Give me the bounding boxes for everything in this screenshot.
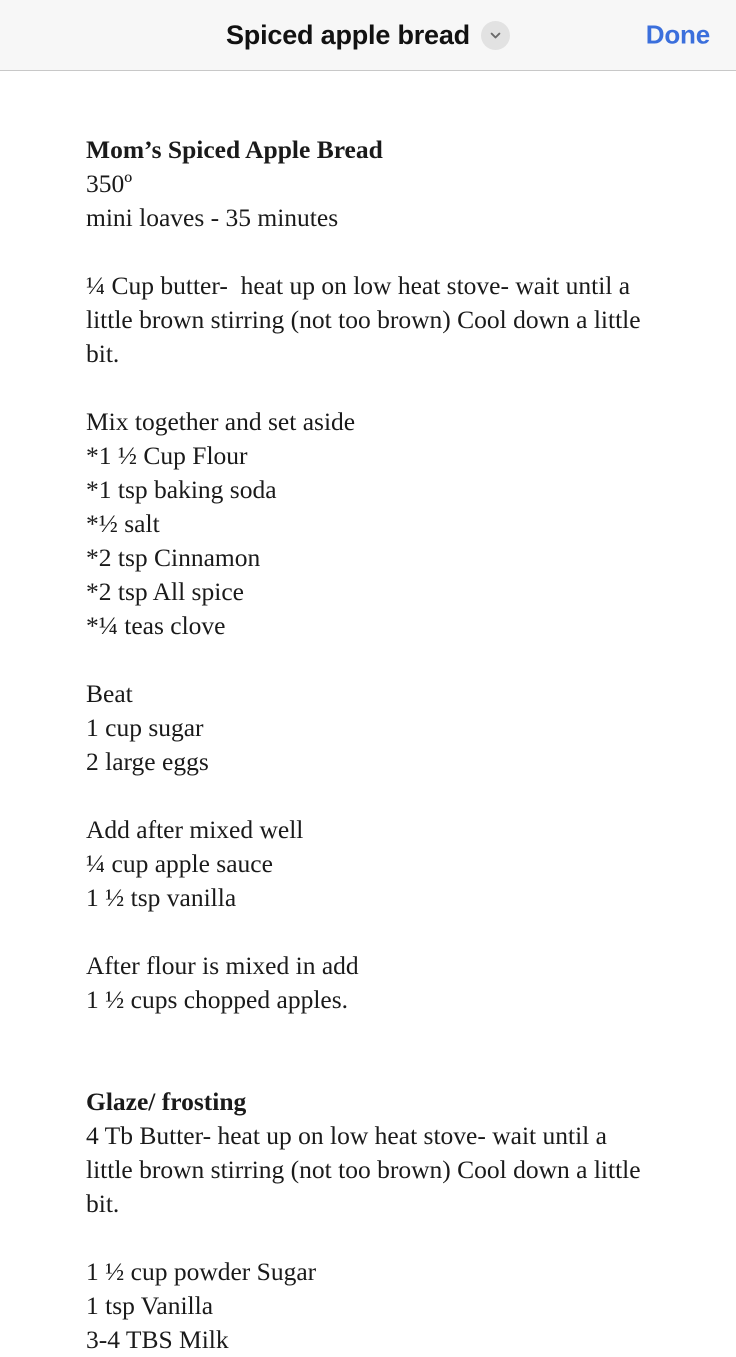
add-after-mixed-heading: Add after mixed well [86,815,304,844]
add-ingredient-item: ¼ cup apple sauce [86,849,273,878]
glaze-heading: Glaze/ frosting [86,1087,247,1116]
butter-step-paragraph: ¼ Cup butter- heat up on low heat stove-… [86,271,647,368]
done-button[interactable]: Done [646,20,710,51]
glaze-ingredient-item: 3-4 TBS Milk [86,1325,229,1354]
dry-ingredient-item: *2 tsp Cinnamon [86,543,261,572]
add-ingredient-item: 1 ½ tsp vanilla [86,883,237,912]
navbar-title-group: Spiced apple bread [226,19,510,50]
dry-ingredient-item: *¼ teas clove [86,611,226,640]
oven-temperature: 350º [86,169,133,198]
dry-ingredient-item: *2 tsp All spice [86,577,244,606]
glaze-ingredient-item: 1 ½ cup powder Sugar [86,1257,317,1286]
after-flour-ingredient-item: 1 ½ cups chopped apples. [86,985,349,1014]
note-text-content[interactable]: Mom’s Spiced Apple Bread 350º mini loave… [86,133,648,1357]
dry-ingredient-item: *½ salt [86,509,160,538]
note-body: Mom’s Spiced Apple Bread 350º mini loave… [0,71,736,1357]
page-title: Spiced apple bread [226,19,470,50]
after-flour-heading: After flour is mixed in add [86,951,359,980]
glaze-ingredient-item: 1 tsp Vanilla [86,1291,214,1320]
dry-ingredient-item: *1 ½ Cup Flour [86,441,248,470]
glaze-butter-step-paragraph: 4 Tb Butter- heat up on low heat stove- … [86,1121,647,1218]
dry-ingredient-item: *1 tsp baking soda [86,475,277,504]
beat-ingredient-item: 1 cup sugar [86,713,204,742]
dry-ingredients-heading: Mix together and set aside [86,407,356,436]
beat-ingredient-item: 2 large eggs [86,747,209,776]
beat-heading: Beat [86,679,133,708]
chevron-down-icon[interactable] [480,20,510,50]
recipe-heading: Mom’s Spiced Apple Bread [86,135,383,164]
navigation-bar: Spiced apple bread Done [0,0,736,71]
pan-and-bake-time: mini loaves - 35 minutes [86,203,339,232]
